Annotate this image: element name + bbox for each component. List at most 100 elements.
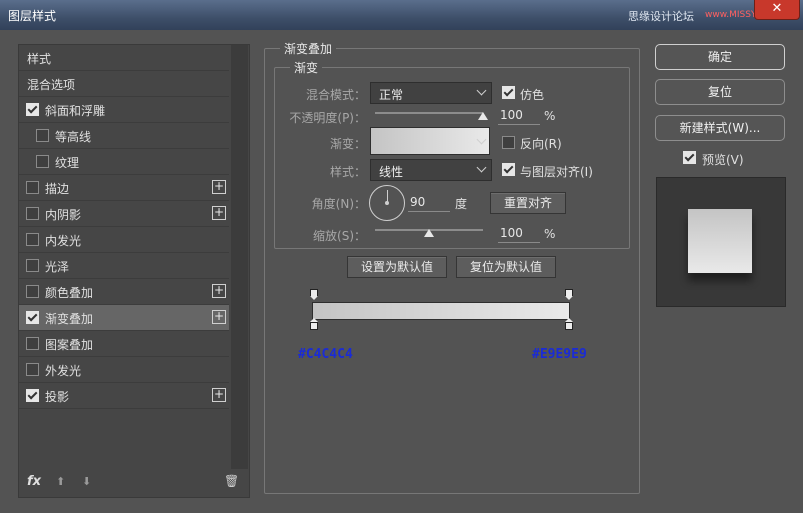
move-down-icon[interactable]: ⬇ <box>82 475 91 488</box>
reset-default-button[interactable]: 复位为默认值 <box>456 256 556 278</box>
sidebar-item-checkbox[interactable] <box>36 129 49 142</box>
dither-label: 仿色 <box>520 88 545 102</box>
dither-checkbox[interactable] <box>502 86 515 99</box>
sidebar-item[interactable]: 描边 + <box>19 175 229 201</box>
sidebar-item-checkbox[interactable] <box>26 363 39 376</box>
sidebar-item[interactable]: 等高线 <box>19 123 229 149</box>
gradient-picker-toggle[interactable] <box>474 127 488 153</box>
window-title: 图层样式 <box>8 9 57 23</box>
preview-swatch <box>688 209 752 273</box>
preview-checkbox[interactable] <box>683 151 696 164</box>
watermark-text: 思缘设计论坛 <box>628 10 694 23</box>
preview-label: 预览(V) <box>702 153 744 167</box>
move-up-icon[interactable]: ⬆ <box>56 475 65 488</box>
group-title: 渐变 <box>290 59 323 76</box>
opacity-slider-thumb[interactable] <box>478 112 488 120</box>
reset-button[interactable]: 复位 <box>655 79 785 105</box>
opacity-slider[interactable] <box>375 112 483 114</box>
opacity-label: 不透明度(P)： <box>289 111 366 125</box>
opacity-percent: % <box>544 109 556 123</box>
angle-dial[interactable] <box>369 185 405 221</box>
sidebar-item-checkbox[interactable] <box>26 181 39 194</box>
start-color-hex: #C4C4C4 <box>298 347 353 362</box>
style-preview <box>656 177 786 307</box>
angle-label: 角度(N)： <box>311 197 366 211</box>
sidebar-item[interactable]: 外发光 <box>19 357 229 383</box>
end-color-hex: #E9E9E9 <box>532 347 587 362</box>
color-stop-right[interactable] <box>565 318 573 330</box>
sidebar-item-checkbox[interactable] <box>26 389 39 402</box>
style-label: 样式： <box>329 165 366 179</box>
sidebar-item-label: 内发光 <box>45 234 82 248</box>
add-effect-icon[interactable]: + <box>212 388 226 402</box>
sidebar-item-label: 等高线 <box>55 130 92 144</box>
gradient-swatch[interactable] <box>370 127 490 155</box>
layer-style-dialog: 图层样式 思缘设计论坛 www.MISSYUAN.COM ✕ 样式混合选项斜面和… <box>0 0 803 513</box>
sidebar-item[interactable]: 光泽 <box>19 253 229 279</box>
sidebar-item-label: 斜面和浮雕 <box>45 104 106 118</box>
sidebar-item[interactable]: 斜面和浮雕 <box>19 97 229 123</box>
style-list-footer: fx ⬆ ⬇ 🗑 <box>19 469 249 497</box>
add-effect-icon[interactable]: + <box>212 180 226 194</box>
gradient-label: 渐变： <box>329 137 366 151</box>
reset-align-button[interactable]: 重置对齐 <box>490 192 566 214</box>
opacity-stop-right[interactable] <box>565 289 573 300</box>
sidebar-item-checkbox[interactable] <box>26 259 39 272</box>
sidebar-item-label: 图案叠加 <box>45 338 94 352</box>
sidebar-item-checkbox[interactable] <box>26 103 39 116</box>
sidebar-item-label: 渐变叠加 <box>45 312 94 326</box>
sidebar-item-checkbox[interactable] <box>26 337 39 350</box>
set-default-button[interactable]: 设置为默认值 <box>347 256 447 278</box>
close-button[interactable]: ✕ <box>754 0 800 20</box>
angle-input[interactable]: 90 <box>408 195 450 212</box>
sidebar-item-checkbox[interactable] <box>26 285 39 298</box>
sidebar-item[interactable]: 图案叠加 <box>19 331 229 357</box>
new-style-button[interactable]: 新建样式(W)... <box>655 115 785 141</box>
sidebar-item[interactable]: 样式 <box>19 45 229 71</box>
sidebar-item-label: 颜色叠加 <box>45 286 94 300</box>
opacity-stop-left[interactable] <box>310 289 318 300</box>
sidebar-item[interactable]: 颜色叠加 + <box>19 279 229 305</box>
add-effect-icon[interactable]: + <box>212 284 226 298</box>
gradient-editor-bar[interactable] <box>312 302 570 320</box>
scale-input[interactable]: 100 <box>498 226 540 243</box>
reverse-label: 反向(R) <box>520 137 562 151</box>
title-bar[interactable]: 图层样式 思缘设计论坛 www.MISSYUAN.COM ✕ <box>0 0 803 30</box>
sidebar-item[interactable]: 投影 + <box>19 383 229 409</box>
add-effect-icon[interactable]: + <box>212 310 226 324</box>
style-value: 线性 <box>379 165 404 179</box>
scale-percent: % <box>544 227 556 241</box>
sidebar-item[interactable]: 内阴影 + <box>19 201 229 227</box>
sidebar-item-label: 描边 <box>45 182 70 196</box>
sidebar-item-checkbox[interactable] <box>26 311 39 324</box>
opacity-input[interactable]: 100 <box>498 108 540 125</box>
trash-icon[interactable]: 🗑 <box>224 474 239 488</box>
sidebar-item-label: 样式 <box>27 52 52 66</box>
ok-button[interactable]: 确定 <box>655 44 785 70</box>
sidebar-item-label: 光泽 <box>45 260 70 274</box>
align-with-layer-checkbox[interactable] <box>502 163 515 176</box>
style-list-scrollbar[interactable] <box>231 45 248 469</box>
add-effect-icon[interactable]: + <box>212 206 226 220</box>
blend-mode-select[interactable]: 正常 <box>370 82 492 104</box>
sidebar-item[interactable]: 渐变叠加 + <box>19 305 229 331</box>
sidebar-item-label: 混合选项 <box>27 78 76 92</box>
sidebar-item[interactable]: 混合选项 <box>19 71 229 97</box>
align-with-layer-label: 与图层对齐(I) <box>520 165 593 179</box>
sidebar-item-label: 外发光 <box>45 364 82 378</box>
chevron-down-icon <box>476 134 487 145</box>
color-stop-left[interactable] <box>310 318 318 330</box>
angle-unit: 度 <box>455 197 468 211</box>
sidebar-item-label: 纹理 <box>55 156 80 170</box>
sidebar-item-checkbox[interactable] <box>26 233 39 246</box>
reverse-checkbox[interactable] <box>502 136 515 149</box>
scale-label: 缩放(S)： <box>313 229 366 243</box>
scale-slider-thumb[interactable] <box>424 229 434 237</box>
sidebar-item-checkbox[interactable] <box>26 207 39 220</box>
sidebar-item[interactable]: 纹理 <box>19 149 229 175</box>
sidebar-item-checkbox[interactable] <box>36 155 49 168</box>
style-select[interactable]: 线性 <box>370 159 492 181</box>
angle-center-dot <box>385 201 389 205</box>
sidebar-item[interactable]: 内发光 <box>19 227 229 253</box>
fx-icon[interactable]: fx <box>27 474 41 489</box>
